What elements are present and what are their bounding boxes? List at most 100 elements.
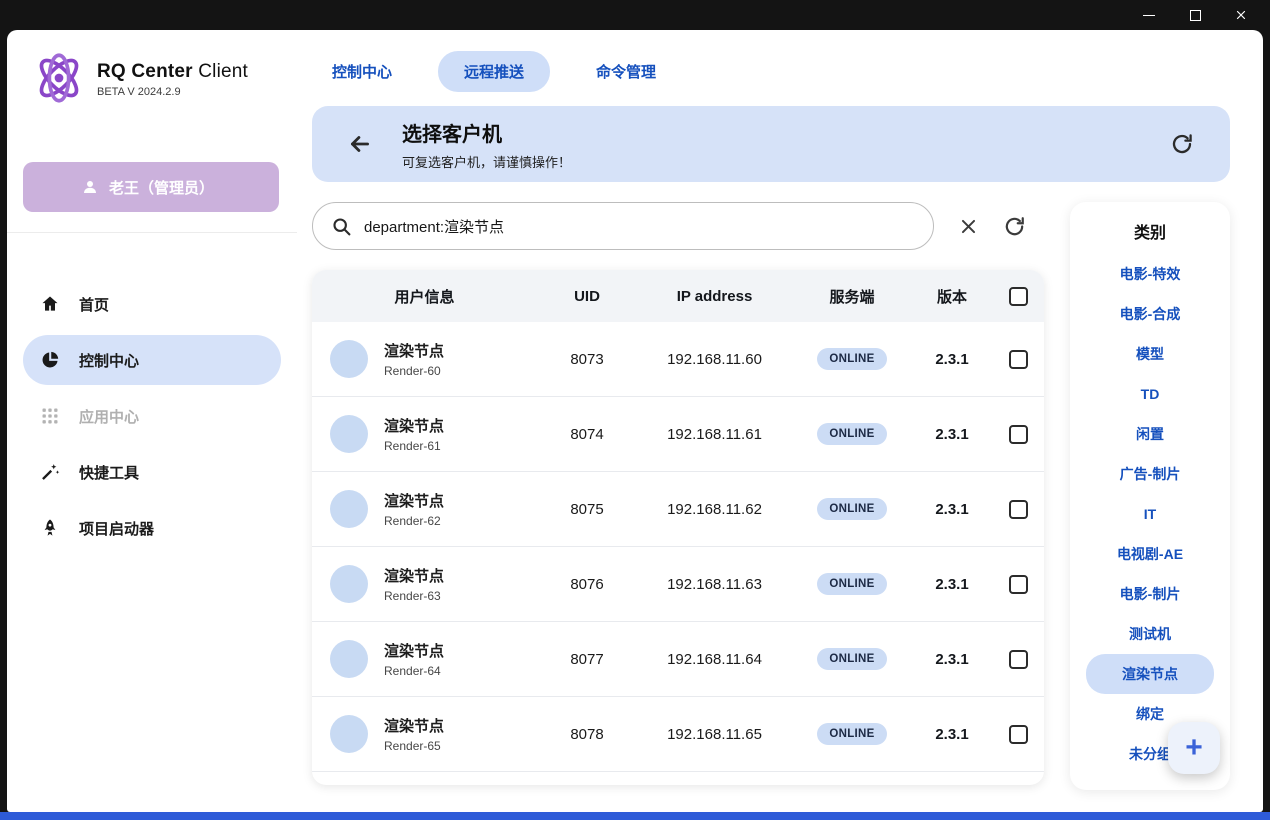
row-checkbox[interactable]	[1009, 350, 1028, 369]
category-item-selected[interactable]: 渲染节点	[1086, 654, 1214, 694]
client-ip: 192.168.11.64	[637, 651, 792, 668]
row-checkbox[interactable]	[1009, 425, 1028, 444]
category-item[interactable]: 电视剧-AE	[1086, 534, 1214, 574]
category-item[interactable]: 电影-合成	[1086, 294, 1214, 334]
category-item[interactable]: IT	[1086, 494, 1214, 534]
window-close-button[interactable]	[1218, 2, 1264, 28]
sidebar-item-label: 应用中心	[79, 406, 139, 427]
close-icon	[1235, 9, 1247, 21]
sidebar-item-label: 控制中心	[79, 350, 139, 371]
search-row	[312, 202, 1044, 250]
client-hostname: Render-61	[384, 439, 444, 453]
tab-remote-push[interactable]: 远程推送	[438, 51, 550, 92]
client-table: 用户信息 UID IP address 服务端 版本 渲染节点 Render-6…	[312, 270, 1044, 785]
add-category-button[interactable]: +	[1168, 722, 1220, 774]
table-row[interactable]: 渲染节点 Render-63 8076 192.168.11.63 ONLINE…	[312, 547, 1044, 622]
app-title: RQ Center Client	[97, 61, 248, 83]
client-uid: 8073	[537, 351, 637, 368]
rocket-icon	[39, 518, 61, 538]
category-item[interactable]: 电影-特效	[1086, 254, 1214, 294]
client-ip: 192.168.11.65	[637, 726, 792, 743]
app-title-bold: RQ Center	[97, 61, 193, 82]
bottom-accent-bar	[0, 812, 1270, 820]
client-name: 渲染节点	[384, 415, 444, 436]
column-header-server: 服务端	[792, 286, 912, 307]
app-version: BETA V 2024.2.9	[97, 86, 248, 98]
page-title: 选择客户机	[402, 118, 571, 147]
client-version: 2.3.1	[912, 576, 992, 593]
tab-command-management[interactable]: 命令管理	[596, 51, 656, 92]
maximize-icon	[1190, 10, 1201, 21]
table-row[interactable]: 渲染节点 Render-61 8074 192.168.11.61 ONLINE…	[312, 397, 1044, 472]
control-center-icon	[39, 350, 61, 370]
sidebar-item-label: 首页	[79, 294, 109, 315]
category-panel-title: 类别	[1070, 220, 1230, 248]
sidebar-nav: 首页 控制中心 应用中心	[7, 279, 297, 553]
status-badge: ONLINE	[817, 348, 886, 370]
app-logo-atom-icon	[31, 50, 87, 106]
client-uid: 8078	[537, 726, 637, 743]
user-badge[interactable]: 老王（管理员）	[23, 162, 279, 212]
banner-refresh-button[interactable]	[1164, 126, 1200, 162]
client-hostname: Render-60	[384, 364, 444, 378]
row-checkbox[interactable]	[1009, 650, 1028, 669]
row-checkbox[interactable]	[1009, 575, 1028, 594]
search-input[interactable]	[364, 218, 915, 235]
client-hostname: Render-62	[384, 514, 444, 528]
search-refresh-button[interactable]	[996, 208, 1032, 244]
user-label: 老王（管理员）	[109, 177, 214, 198]
category-item[interactable]: 电影-制片	[1086, 574, 1214, 614]
window-maximize-button[interactable]	[1172, 2, 1218, 28]
category-item[interactable]: 广告-制片	[1086, 454, 1214, 494]
client-hostname: Render-63	[384, 589, 444, 603]
back-button[interactable]	[342, 126, 378, 162]
client-uid: 8075	[537, 501, 637, 518]
status-badge: ONLINE	[817, 648, 886, 670]
sidebar-item-quick-tools[interactable]: 快捷工具	[23, 447, 281, 497]
category-item[interactable]: 闲置	[1086, 414, 1214, 454]
client-uid: 8077	[537, 651, 637, 668]
client-ip: 192.168.11.61	[637, 426, 792, 443]
sidebar-item-home[interactable]: 首页	[23, 279, 281, 329]
minimize-icon	[1143, 15, 1155, 16]
category-item[interactable]: 测试机	[1086, 614, 1214, 654]
sidebar-item-control-center[interactable]: 控制中心	[23, 335, 281, 385]
client-ip: 192.168.11.62	[637, 501, 792, 518]
table-row[interactable]: 渲染节点 Render-64 8077 192.168.11.64 ONLINE…	[312, 622, 1044, 697]
client-avatar	[330, 415, 368, 453]
sidebar-item-project-launcher[interactable]: 项目启动器	[23, 503, 281, 553]
select-all-checkbox[interactable]	[1009, 287, 1028, 306]
client-ip: 192.168.11.60	[637, 351, 792, 368]
status-badge: ONLINE	[817, 423, 886, 445]
apps-grid-icon	[39, 406, 61, 426]
tab-control-center[interactable]: 控制中心	[332, 51, 392, 92]
app-title-block: RQ Center Client BETA V 2024.2.9	[97, 50, 248, 98]
client-avatar	[330, 490, 368, 528]
client-version: 2.3.1	[912, 426, 992, 443]
category-panel: 类别 电影-特效 电影-合成 模型 TD 闲置 广告-制片 IT 电视剧-AE …	[1070, 202, 1230, 790]
client-name: 渲染节点	[384, 715, 444, 736]
left-sidebar: RQ Center Client BETA V 2024.2.9 老王（管理员）…	[7, 30, 297, 812]
table-row[interactable]: 渲染节点 Render-60 8073 192.168.11.60 ONLINE…	[312, 322, 1044, 397]
client-hostname: Render-64	[384, 664, 444, 678]
search-icon	[331, 216, 352, 237]
window-minimize-button[interactable]	[1126, 2, 1172, 28]
sidebar-item-app-center[interactable]: 应用中心	[23, 391, 281, 441]
category-item[interactable]: 模型	[1086, 334, 1214, 374]
row-checkbox[interactable]	[1009, 500, 1028, 519]
client-version: 2.3.1	[912, 351, 992, 368]
refresh-icon	[1003, 215, 1026, 238]
magic-wand-icon	[39, 462, 61, 482]
search-clear-button[interactable]	[950, 208, 986, 244]
client-name: 渲染节点	[384, 340, 444, 361]
table-row[interactable]: 渲染节点 Render-65 8078 192.168.11.65 ONLINE…	[312, 697, 1044, 772]
status-badge: ONLINE	[817, 573, 886, 595]
top-tabs: 控制中心 远程推送 命令管理	[312, 30, 1230, 96]
table-row[interactable]: 渲染节点 Render-62 8075 192.168.11.62 ONLINE…	[312, 472, 1044, 547]
row-checkbox[interactable]	[1009, 725, 1028, 744]
category-item[interactable]: TD	[1086, 374, 1214, 414]
client-hostname: Render-65	[384, 739, 444, 753]
page-header-banner: 选择客户机 可复选客户机，请谨慎操作！	[312, 106, 1230, 182]
client-avatar	[330, 340, 368, 378]
client-version: 2.3.1	[912, 651, 992, 668]
